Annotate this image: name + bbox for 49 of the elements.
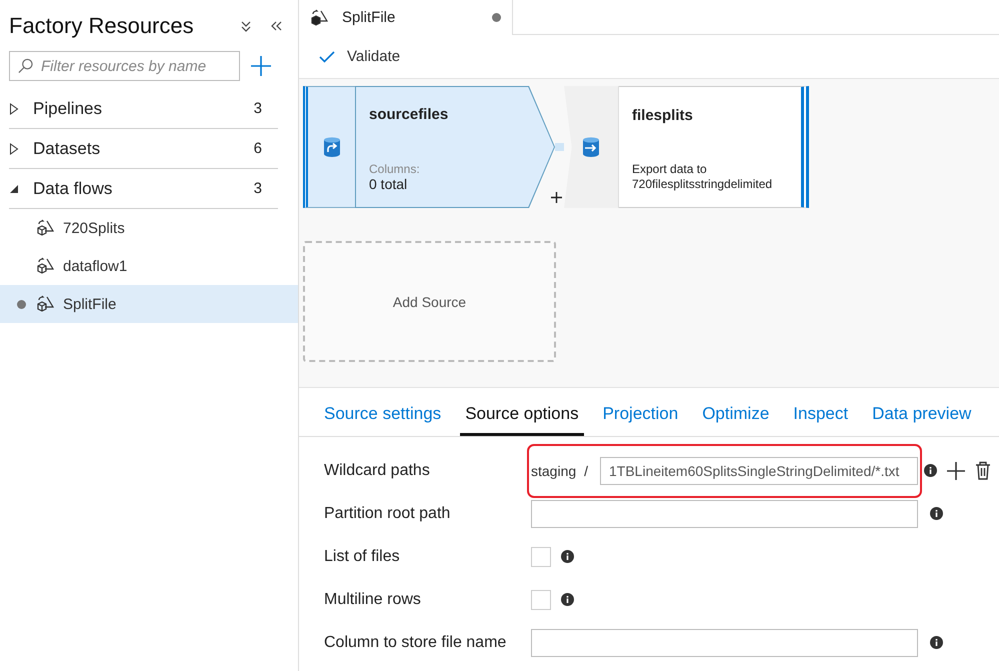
checkmark-icon	[319, 50, 335, 62]
text-field[interactable]	[531, 628, 918, 656]
info-icon[interactable]	[930, 636, 943, 649]
add-source-button[interactable]: Add Source	[303, 241, 556, 362]
source-node[interactable]: sourcefiles Columns: 0 total	[355, 86, 555, 208]
item-count: 3	[254, 100, 262, 117]
tree-group[interactable]: Data flows 3	[9, 169, 278, 209]
checkbox[interactable]	[531, 546, 551, 566]
item-count: 6	[254, 140, 262, 157]
panel-tab[interactable]: Inspect	[788, 398, 854, 436]
database-icon	[322, 137, 340, 157]
checkbox[interactable]	[531, 590, 551, 610]
field-label: Column to store file name	[324, 634, 508, 652]
panel-tab[interactable]: Source options	[460, 398, 584, 436]
tree-group[interactable]: Pipelines 3	[9, 89, 278, 129]
path-separator: /	[584, 462, 588, 478]
shapes-icon	[36, 257, 56, 275]
item-count: 3	[254, 180, 262, 197]
shapes-icon	[310, 8, 330, 26]
tree-item[interactable]: 720Splits	[0, 209, 298, 247]
validate-button[interactable]: Validate	[319, 48, 400, 65]
info-icon[interactable]	[924, 464, 937, 477]
database-icon	[582, 137, 600, 157]
tree-item[interactable]: SplitFile	[0, 285, 298, 323]
panel-title: Factory Resources	[9, 13, 195, 39]
info-icon[interactable]	[561, 593, 574, 606]
info-icon[interactable]	[561, 550, 574, 563]
text-field[interactable]	[531, 500, 918, 528]
tree-item[interactable]: dataflow1	[0, 247, 298, 285]
wildcard-path-field[interactable]: 1TBLineitem60SplitsSingleStringDelimited/*.txt	[600, 456, 918, 484]
panel-tab[interactable]: Optimize	[697, 398, 774, 436]
field-label: Wildcard paths	[324, 462, 431, 480]
info-icon[interactable]	[930, 507, 943, 520]
delete-button[interactable]	[975, 461, 991, 480]
tree-group[interactable]: Datasets 6	[9, 129, 278, 169]
field-label: List of files	[324, 548, 401, 566]
panel-tab[interactable]: Projection	[598, 398, 684, 436]
add-resource-button[interactable]	[250, 55, 272, 77]
sink-node[interactable]: filesplits Export data to 720filesplitsstringdelimited	[619, 86, 809, 208]
field-label: Partition root path	[324, 504, 452, 522]
field-label: Multiline rows	[324, 590, 422, 608]
add-button[interactable]	[947, 462, 965, 480]
shapes-icon	[36, 219, 56, 237]
shapes-icon	[36, 295, 56, 313]
search-icon	[18, 58, 33, 74]
container-name: staging	[531, 462, 576, 478]
panel-tab[interactable]: Source settings	[319, 398, 446, 436]
panel-tab[interactable]: Data preview	[867, 398, 976, 436]
search-field[interactable]: Filter resources by name	[9, 51, 240, 81]
